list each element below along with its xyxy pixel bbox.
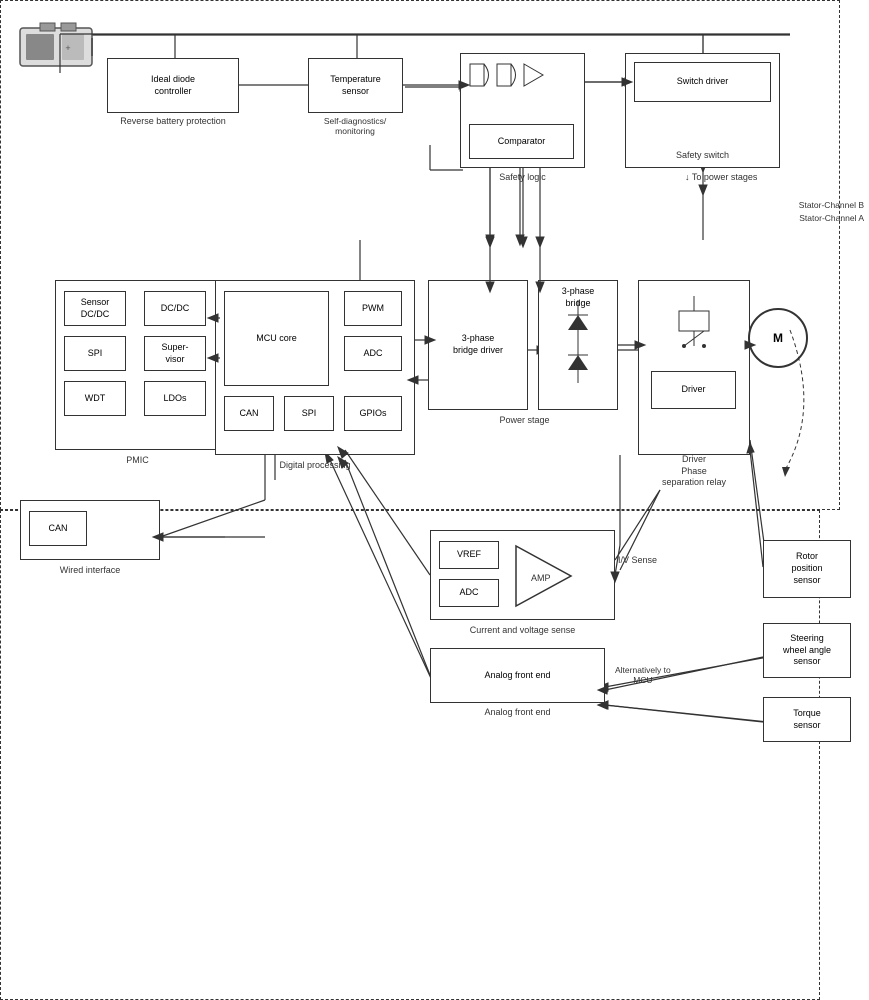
adc-dp-block: ADC	[344, 336, 402, 371]
alt-to-mcu-label: Alternatively toMCU	[615, 665, 671, 685]
spi-pmic-label: SPI	[88, 348, 103, 360]
temp-sensor-block: Temperaturesensor	[308, 58, 403, 113]
sensor-dcdc-block: SensorDC/DC	[64, 291, 126, 326]
switch-driver-block: Switch driver	[634, 62, 771, 102]
can-wired-block: CAN	[29, 511, 87, 546]
ldos-block: LDOs	[144, 381, 206, 416]
can-dp-block: CAN	[224, 396, 274, 431]
analog-front-end-inner-label: Analog front end	[484, 670, 550, 682]
analog-front-end-block: Analog front end	[430, 648, 605, 703]
rotor-position-label: Rotorpositionsensor	[791, 551, 822, 586]
vref-block: VREF	[439, 541, 499, 569]
driver-label: Driver	[682, 384, 706, 396]
pwm-label: PWM	[362, 303, 384, 315]
pmic-label-bottom: PMIC	[56, 455, 219, 467]
gpios-block: GPIOs	[344, 396, 402, 431]
wired-interface-label-bottom: Wired interface	[21, 565, 159, 577]
can-wired-label: CAN	[48, 523, 67, 535]
torque-sensor-block: Torquesensor	[763, 697, 851, 742]
ldos-label: LDOs	[163, 393, 186, 405]
digital-processing-label: Digital processing	[216, 460, 414, 472]
to-power-stages-label: ↓ To power stages	[685, 172, 757, 182]
temp-sensor-label: Temperaturesensor	[330, 74, 381, 97]
amp-symbol: AMP	[511, 541, 576, 611]
comparator-label: Comparator	[498, 136, 546, 148]
stator-channel-b-label: Stator-Channel B	[799, 200, 864, 210]
sensor-dcdc-label: SensorDC/DC	[81, 297, 110, 320]
supervisor-label: Super-visor	[161, 342, 188, 365]
driver-block: Driver	[651, 371, 736, 409]
bridge-driver-block: 3-phasebridge driver	[428, 280, 528, 410]
stator-channel-a-label: Stator-Channel A	[799, 213, 864, 223]
gate3-icon	[523, 62, 545, 90]
vref-label: VREF	[457, 549, 481, 561]
gate1-icon	[469, 62, 491, 90]
gpios-label: GPIOs	[359, 408, 386, 420]
pmic-outer-block: SensorDC/DC DC/DC SPI Super-visor WDT LD…	[55, 280, 220, 450]
can-dp-label: CAN	[239, 408, 258, 420]
dcdc-label: DC/DC	[161, 303, 190, 315]
wdt-label: WDT	[85, 393, 106, 405]
motor-arrow-svg	[730, 280, 830, 480]
gate2-icon	[496, 62, 518, 90]
svg-text:+: +	[65, 43, 70, 53]
supervisor-block: Super-visor	[144, 336, 206, 371]
reverse-battery-label: Reverse battery protection	[107, 116, 239, 126]
adc-dp-label: ADC	[363, 348, 382, 360]
diagram: + Ideal diodecontroller Reverse battery …	[0, 0, 869, 761]
bridge-block: 3-phasebridge	[538, 280, 618, 410]
current-voltage-label-bottom: Current and voltage sense	[431, 625, 614, 637]
reverse-battery-protection-block: Ideal diodecontroller	[107, 58, 239, 113]
wdt-block: WDT	[64, 381, 126, 416]
rotor-position-block: Rotorpositionsensor	[763, 540, 851, 598]
current-voltage-outer-block: VREF ADC AMP Current and voltage sense	[430, 530, 615, 620]
power-stage-label: Power stage	[432, 415, 617, 425]
safety-switch-inner-label: Safety switch	[626, 150, 779, 162]
steering-angle-block: Steeringwheel anglesensor	[763, 623, 851, 678]
spi-dp-block: SPI	[284, 396, 334, 431]
spi-dp-label: SPI	[302, 408, 317, 420]
safety-logic-outer-block: Comparator	[460, 53, 585, 168]
battery: +	[18, 18, 98, 73]
stator-channel-b-box	[0, 510, 820, 1000]
analog-front-end-bottom-label: Analog front end	[430, 707, 605, 717]
safety-logic-label: Safety logic	[460, 172, 585, 182]
wired-interface-block: CAN Wired interface	[20, 500, 160, 560]
dcdc-block: DC/DC	[144, 291, 206, 326]
spi-pmic-block: SPI	[64, 336, 126, 371]
switch-driver-label: Switch driver	[677, 76, 729, 88]
pwm-block: PWM	[344, 291, 402, 326]
comparator-block: Comparator	[469, 124, 574, 159]
mcu-core-label: MCU core	[256, 333, 297, 345]
svg-text:AMP: AMP	[531, 573, 551, 583]
adc-sense-label: ADC	[459, 587, 478, 599]
digital-processing-outer-block: MCU core PWM ADC CAN SPI GPIOs Digital p…	[215, 280, 415, 455]
battery-icon: +	[18, 18, 98, 73]
iv-sense-label: I/V Sense	[618, 555, 657, 565]
self-diag-label: Self-diagnostics/monitoring	[295, 116, 415, 136]
bridge-label: 3-phasebridge	[539, 286, 617, 309]
mcu-core-block: MCU core	[224, 291, 329, 386]
ideal-diode-label: Ideal diodecontroller	[151, 74, 195, 97]
relay-symbol	[654, 291, 734, 361]
torque-sensor-label: Torquesensor	[793, 708, 821, 731]
adc-sense-block: ADC	[439, 579, 499, 607]
safety-switch-outer-block: Switch driver Safety switch	[625, 53, 780, 168]
steering-angle-label: Steeringwheel anglesensor	[783, 633, 831, 668]
bridge-driver-label: 3-phasebridge driver	[453, 333, 503, 356]
